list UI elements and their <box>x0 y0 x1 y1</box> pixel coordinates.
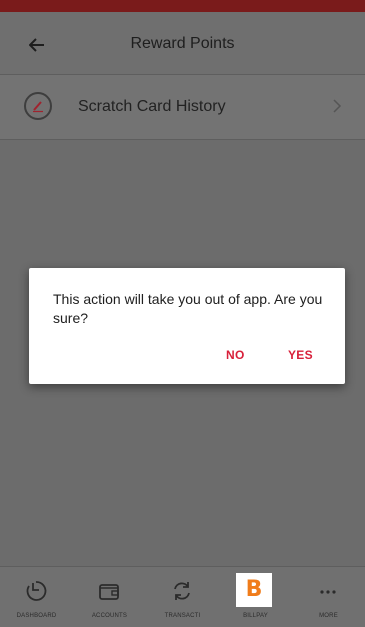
bottom-nav: DASHBOARD ACCOUNTS TRANSACTI B BILLPAY M… <box>0 566 365 627</box>
nav-item-dashboard[interactable]: DASHBOARD <box>0 567 73 627</box>
nav-label: ACCOUNTS <box>91 613 128 619</box>
confirm-dialog: This action will take you out of app. Ar… <box>29 268 345 384</box>
list-item-scratch-card-history[interactable]: Scratch Card History <box>0 75 365 140</box>
billpay-logo-icon: B <box>236 573 272 607</box>
wallet-icon <box>95 577 123 605</box>
edit-circle-icon <box>24 92 52 120</box>
chevron-right-icon <box>333 99 342 113</box>
app-bar: Reward Points <box>0 12 365 75</box>
nav-label: BILLPAY <box>243 613 268 619</box>
nav-label: MORE <box>319 613 338 619</box>
billpay-logo-letter: B <box>245 577 263 602</box>
list-item-label: Scratch Card History <box>78 98 226 115</box>
no-button[interactable]: NO <box>226 348 245 362</box>
nav-item-transactions[interactable]: TRANSACTI <box>146 567 219 627</box>
page-title: Reward Points <box>130 35 235 52</box>
nav-item-billpay[interactable]: B BILLPAY <box>219 567 292 627</box>
nav-item-more[interactable]: MORE <box>292 567 365 627</box>
dashboard-icon <box>22 577 50 605</box>
transfer-icon <box>168 577 196 605</box>
nav-label: TRANSACTI <box>164 613 201 619</box>
yes-button[interactable]: YES <box>288 348 313 362</box>
dialog-message: This action will take you out of app. Ar… <box>53 291 323 326</box>
status-bar <box>0 0 365 12</box>
nav-item-accounts[interactable]: ACCOUNTS <box>73 567 146 627</box>
more-icon <box>314 577 342 605</box>
nav-label: DASHBOARD <box>16 613 57 619</box>
